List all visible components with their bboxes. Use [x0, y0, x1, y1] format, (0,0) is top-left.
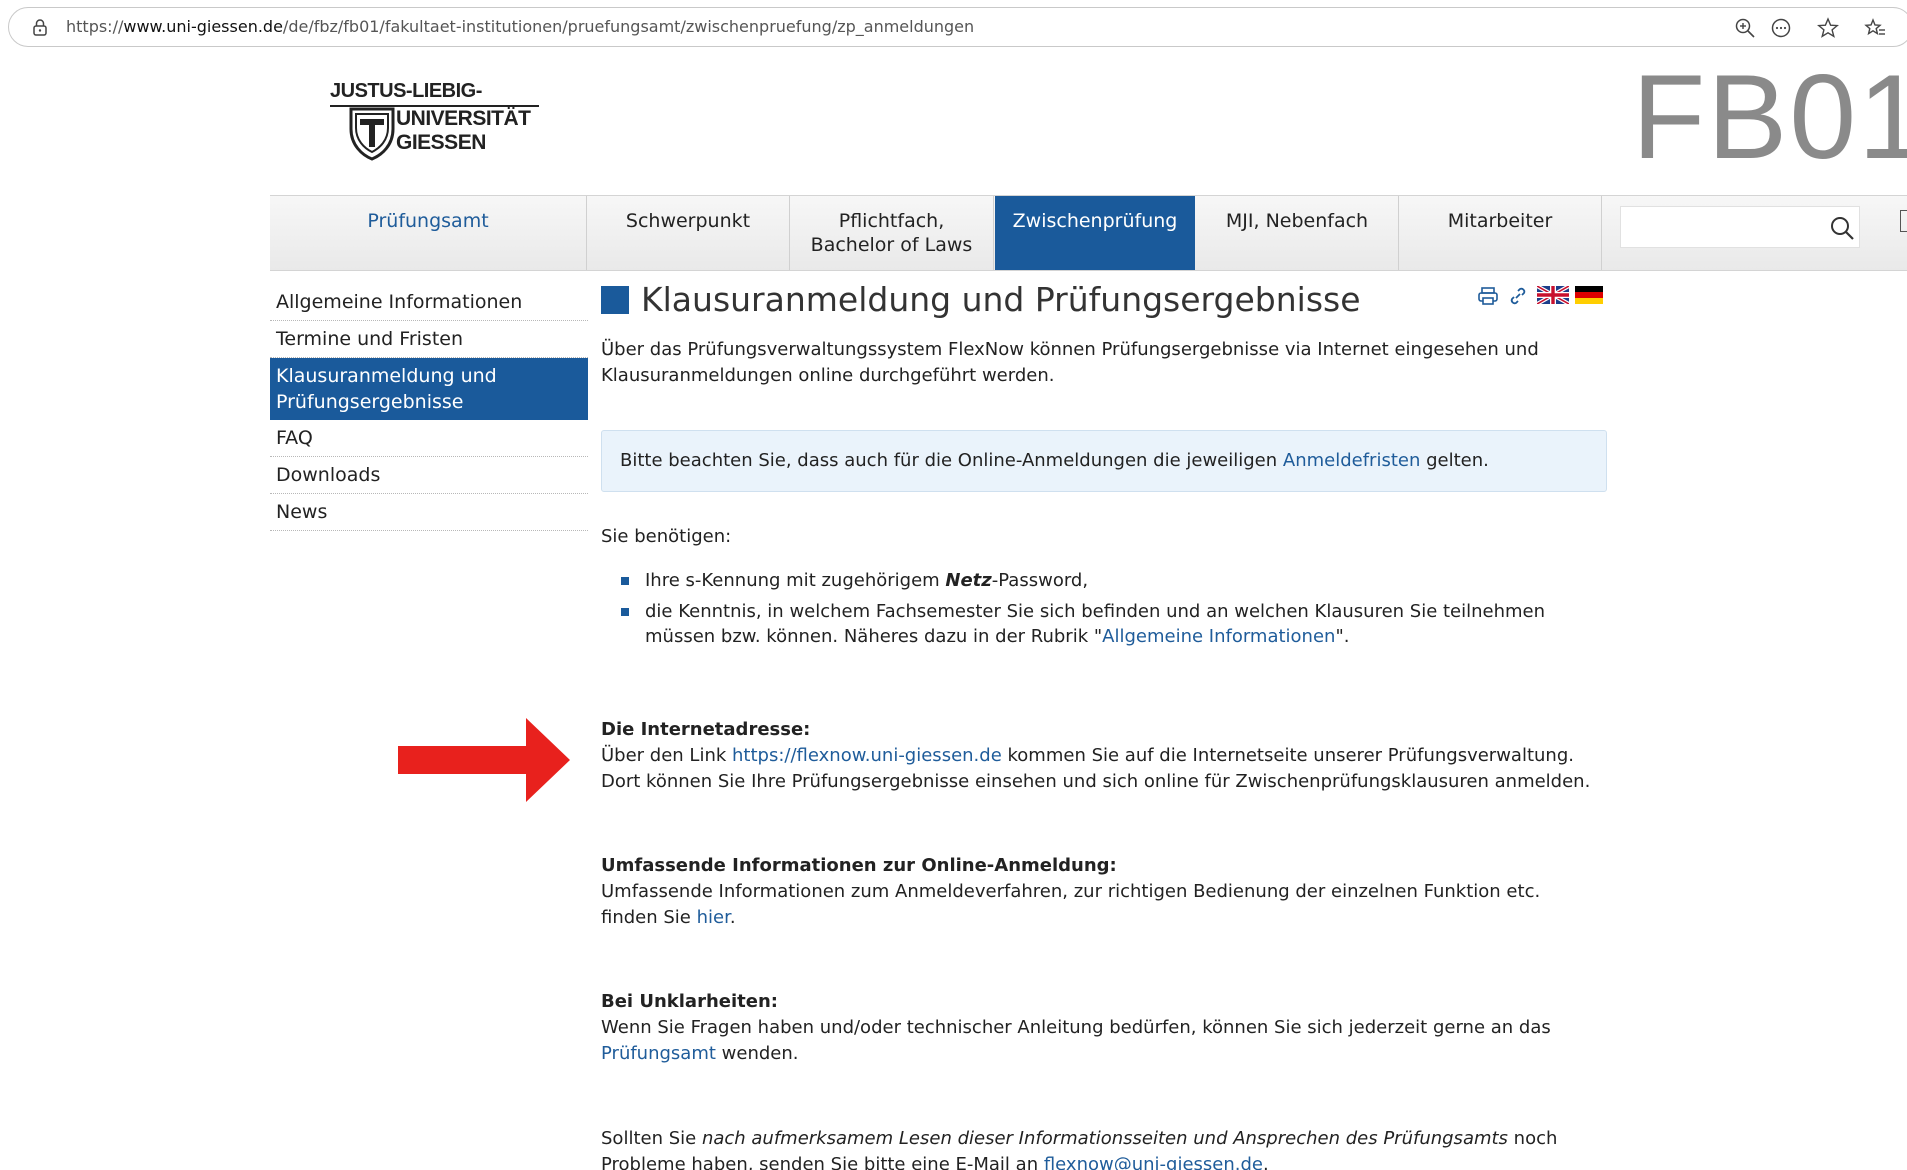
title-marker [601, 286, 629, 314]
page: https://www.uni-giessen.de/de/fbz/fb01/f… [0, 0, 1907, 1170]
section-body: Über den Link https://flexnow.uni-giesse… [601, 743, 1601, 795]
german-flag-icon[interactable] [1575, 286, 1603, 304]
page-title: Klausuranmeldung und Prüfungsergebnisse [641, 280, 1361, 319]
section-text-end: . [1263, 1154, 1269, 1170]
reader-icon[interactable] [1770, 17, 1792, 39]
favorite-star-icon[interactable] [1817, 17, 1839, 39]
sidebar: Allgemeine Informationen Termine und Fri… [270, 284, 588, 531]
section-text-end: wenden. [715, 1043, 799, 1064]
sidebar-item-termine-und-fristen[interactable]: Termine und Fristen [270, 321, 588, 358]
zoom-icon[interactable] [1734, 17, 1756, 39]
nav-overflow-edge [1900, 210, 1907, 232]
section-unklarheiten: Bei Unklarheiten: Wenn Sie Fragen haben … [601, 989, 1601, 1067]
nav-item-pflichtfach-label-1: Pflichtfach, [838, 210, 945, 232]
section-heading: Die Internetadresse: [601, 719, 811, 740]
sidebar-item-allgemeine-informationen[interactable]: Allgemeine Informationen [270, 284, 588, 321]
notice-box: Bitte beachten Sie, dass auch für die On… [601, 430, 1607, 492]
flexnow-link[interactable]: https://flexnow.uni-giessen.de [732, 745, 1002, 766]
english-flag-icon[interactable] [1537, 286, 1569, 304]
main-nav: Prüfungsamt Schwerpunkt Pflichtfach, Bac… [270, 195, 1907, 271]
bullet-marker [621, 608, 629, 616]
notice-text: Bitte beachten Sie, dass auch für die On… [620, 450, 1283, 471]
nav-item-schwerpunkt[interactable]: Schwerpunkt [587, 196, 790, 270]
address-bar[interactable]: https://www.uni-giessen.de/de/fbz/fb01/f… [8, 7, 1907, 47]
url-path: /de/fbz/fb01/fakultaet-institutionen/pru… [282, 17, 975, 36]
link-icon[interactable] [1509, 286, 1527, 306]
logo-line-3: GIESSEN [396, 131, 486, 154]
url-domain: www.uni-giessen.de [123, 17, 283, 36]
nav-item-mitarbeiter[interactable]: Mitarbeiter [1399, 196, 1602, 270]
url-prefix: https:// [66, 17, 124, 36]
shield-icon [349, 107, 395, 161]
list-item-text: die Kenntnis, in welchem Fachsemester Si… [645, 601, 1546, 647]
university-logo[interactable]: JUSTUS-LIEBIG- UNIVERSITÄT GIESSEN [326, 80, 541, 170]
nav-item-pflichtfach-label-2: Bachelor of Laws [810, 234, 973, 256]
list-item: Ihre s-Kennung mit zugehörigem Netz-Pass… [601, 568, 1581, 593]
list-item-text-end: ". [1335, 626, 1350, 647]
section-internetadresse: Die Internetadresse: Über den Link https… [601, 717, 1601, 795]
allgemeine-informationen-link[interactable]: Allgemeine Informationen [1102, 626, 1335, 647]
bullet-marker [621, 577, 629, 585]
requirements-list: Ihre s-Kennung mit zugehörigem Netz-Pass… [601, 568, 1581, 655]
nav-item-zwischenpruefung[interactable]: Zwischenprüfung [995, 196, 1195, 270]
section-kontakt: Sollten Sie nach aufmerksamem Lesen dies… [601, 1126, 1601, 1170]
section-text: Sollten Sie [601, 1128, 702, 1149]
logo-line-2: UNIVERSITÄT [396, 107, 531, 130]
favorites-icon[interactable] [1864, 17, 1886, 39]
sidebar-item-downloads[interactable]: Downloads [270, 457, 588, 494]
section-heading: Bei Unklarheiten: [601, 991, 778, 1012]
red-arrow-annotation [398, 718, 570, 802]
list-item-text: Ihre s-Kennung mit zugehörigem [645, 570, 946, 591]
section-text: Wenn Sie Fragen haben und/oder technisch… [601, 1017, 1551, 1038]
sidebar-item-klausuranmeldung[interactable]: Klausuranmeldung und Prüfungsergebnisse [270, 358, 588, 420]
anmeldefristen-link[interactable]: Anmeldefristen [1283, 450, 1421, 471]
sidebar-item-faq[interactable]: FAQ [270, 420, 588, 457]
section-text: Umfassende Informationen zum Anmeldeverf… [601, 881, 1541, 928]
lock-icon[interactable] [31, 18, 49, 36]
section-body: Umfassende Informationen zum Anmeldeverf… [601, 879, 1601, 931]
hier-link[interactable]: hier [697, 907, 730, 928]
section-text: Über den Link [601, 745, 733, 766]
nav-item-pruefungsamt[interactable]: Prüfungsamt [270, 196, 587, 270]
sidebar-item-news[interactable]: News [270, 494, 588, 531]
search-input[interactable] [1620, 206, 1860, 248]
url-text[interactable]: https://www.uni-giessen.de/de/fbz/fb01/f… [66, 17, 974, 36]
requirements-label: Sie benötigen: [601, 526, 732, 547]
nav-item-mji-nebenfach[interactable]: MJI, Nebenfach [1196, 196, 1399, 270]
section-body: Wenn Sie Fragen haben und/oder technisch… [601, 1015, 1601, 1067]
section-text-end: . [729, 907, 736, 928]
section-heading: Umfassende Informationen zur Online-Anme… [601, 855, 1117, 876]
list-item-emphasis: Netz [945, 570, 992, 591]
section-emphasis: nach aufmerksamem Lesen dieser Informati… [701, 1128, 1508, 1149]
section-online-anmeldung: Umfassende Informationen zur Online-Anme… [601, 853, 1601, 931]
email-link[interactable]: flexnow@uni-giessen.de [1044, 1154, 1263, 1170]
faculty-label: FB01 [1632, 50, 1907, 184]
notice-text-end: gelten. [1420, 450, 1489, 471]
print-icon[interactable] [1477, 286, 1499, 306]
logo-line-1: JUSTUS-LIEBIG- [330, 80, 482, 102]
nav-item-pflichtfach[interactable]: Pflichtfach, Bachelor of Laws [790, 196, 994, 270]
search-icon[interactable] [1829, 215, 1855, 241]
list-item: die Kenntnis, in welchem Fachsemester Si… [601, 599, 1581, 649]
list-item-text-end: -Password, [991, 570, 1089, 591]
intro-text: Über das Prüfungsverwaltungssystem FlexN… [601, 339, 1539, 386]
pruefungsamt-link[interactable]: Prüfungsamt [601, 1043, 716, 1064]
